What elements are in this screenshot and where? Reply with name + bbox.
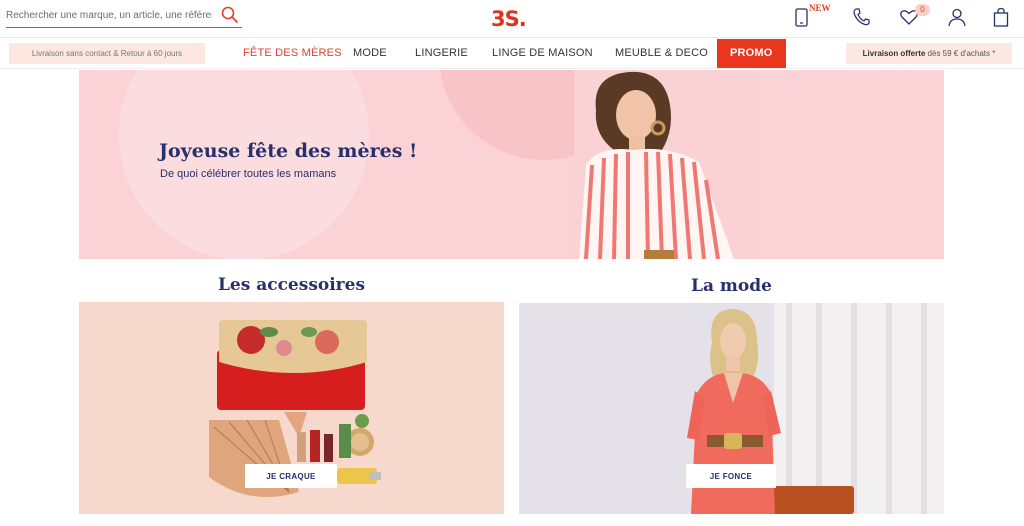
site-logo[interactable]: 3S.: [491, 7, 527, 31]
new-badge: NEW: [809, 3, 831, 13]
hero-model-image: [574, 70, 754, 259]
phone-icon[interactable]: [850, 6, 872, 28]
hero-decor-circle: [119, 70, 369, 259]
hero-subtitle: De quoi célébrer toutes les mamans: [160, 168, 337, 180]
fashion-card[interactable]: JE FONCE: [519, 303, 944, 514]
bag-icon[interactable]: [990, 6, 1012, 28]
search-icon[interactable]: [220, 5, 240, 25]
nav-item-lingerie[interactable]: LINGERIE: [415, 39, 468, 68]
nav-item-mode[interactable]: MODE: [353, 39, 387, 68]
nav-item-promo[interactable]: PROMO: [717, 39, 786, 68]
nav-item-meuble-deco[interactable]: MEUBLE & DECO: [615, 39, 708, 68]
search-bar: [6, 5, 242, 28]
accessories-card[interactable]: JE CRAQUE: [79, 302, 504, 514]
wishlist-count-badge: 0: [915, 4, 930, 16]
je-craque-button[interactable]: JE CRAQUE: [245, 464, 337, 488]
fashion-section-title: La mode: [691, 276, 772, 296]
hero-banner[interactable]: Joyeuse fête des mères ! De quoi célébre…: [79, 70, 944, 259]
free-delivery-label: Livraison offerte: [862, 49, 926, 58]
nav-item-linge-de-maison[interactable]: LINGE DE MAISON: [492, 39, 593, 68]
shipping-info-banner: Livraison sans contact & Retour à 60 jou…: [9, 43, 205, 64]
je-fonce-button[interactable]: JE FONCE: [686, 464, 776, 488]
accessories-section-title: Les accessoires: [217, 275, 366, 295]
search-input[interactable]: [6, 5, 212, 26]
user-icon[interactable]: [946, 6, 968, 28]
hero-title: Joyeuse fête des mères !: [159, 140, 418, 162]
nav-item-fete-des-meres[interactable]: FÊTE DES MÈRES: [243, 39, 342, 68]
main-nav: Livraison sans contact & Retour à 60 jou…: [0, 39, 1024, 69]
free-delivery-banner: Livraison offerte dès 59 € d'achats *: [846, 43, 1012, 64]
site-header: 3S. NEW 0: [0, 0, 1024, 38]
free-delivery-condition: dès 59 € d'achats *: [925, 49, 996, 58]
